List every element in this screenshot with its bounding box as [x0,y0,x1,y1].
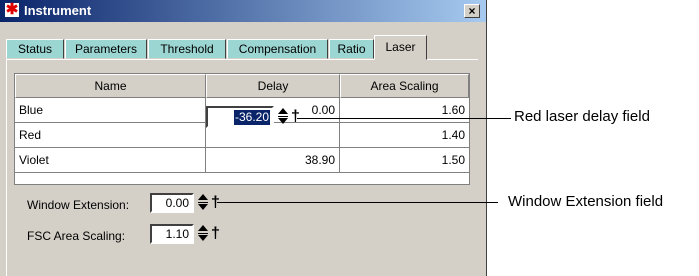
window-extension-callout-line [217,202,498,203]
laser-table: Name Delay Area Scaling Blue 0.00 1.60 R… [14,73,470,185]
cell-area-scaling-blue[interactable]: 1.60 [340,98,469,123]
dagger-icon[interactable]: † [291,109,300,125]
window-extension-callout: Window Extension field [508,193,664,210]
column-header-name[interactable]: Name [15,74,206,98]
tab-threshold[interactable]: Threshold [148,39,226,59]
cell-area-scaling-red[interactable]: 1.40 [340,123,469,148]
red-delay-callout: Red laser delay field [514,108,650,125]
cell-name-violet[interactable]: Violet [15,148,206,173]
spin-arrows-icon[interactable] [278,107,290,127]
tab-ratio[interactable]: Ratio [329,39,374,59]
tab-parameters[interactable]: Parameters [65,39,147,59]
tab-status[interactable]: Status [6,39,64,59]
window-extension-label: Window Extension: [27,198,130,212]
window-title: Instrument [24,3,92,18]
title-bar: ✱ Instrument × [0,0,486,22]
red-delay-input[interactable]: -36.20 [206,106,274,128]
cell-delay-violet[interactable]: 38.90 [206,148,340,173]
dagger-icon[interactable]: † [211,226,220,242]
tab-laser[interactable]: Laser [374,35,427,60]
tab-compensation[interactable]: Compensation [227,39,328,59]
instrument-window: ✱ Instrument × Status Parameters Thresho… [0,0,487,276]
column-header-area-scaling[interactable]: Area Scaling [340,74,469,98]
cell-name-blue[interactable]: Blue [15,98,206,123]
app-icon: ✱ [5,1,19,18]
red-delay-callout-line [297,118,511,119]
window-extension-field[interactable]: 0.00 [150,193,194,213]
dagger-icon[interactable]: † [211,195,220,211]
fsc-area-scaling-label: FSC Area Scaling: [27,229,126,243]
cell-area-scaling-violet[interactable]: 1.50 [340,148,469,173]
close-button[interactable]: × [464,4,480,18]
red-delay-selected-text: -36.20 [233,110,270,125]
fsc-area-scaling-field[interactable]: 1.10 [150,224,194,244]
spin-arrows-icon[interactable] [198,193,210,213]
spin-arrows-icon[interactable] [198,224,210,244]
column-header-delay[interactable]: Delay [206,74,340,98]
cell-name-red[interactable]: Red [15,123,206,148]
